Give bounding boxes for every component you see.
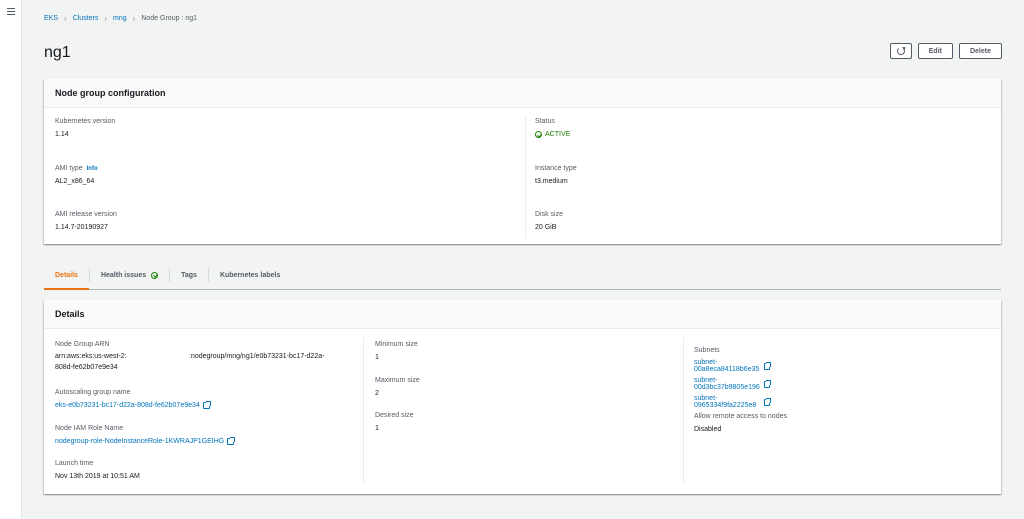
node-iam-role-field: Node IAM Role Name nodegroup-role-NodeIn… xyxy=(55,425,236,445)
node-group-arn-field: Node Group ARN arn:aws:eks:us-west-2: :n… xyxy=(55,341,355,373)
header-actions: Edit Delete xyxy=(889,43,1002,59)
column-divider xyxy=(683,337,684,483)
tab-health-issues[interactable]: Health issues xyxy=(90,261,169,289)
chevron-right-icon: › xyxy=(64,14,67,23)
instance-type-value: t3.medium xyxy=(535,178,568,185)
external-link-icon xyxy=(764,361,771,370)
minimum-size-field: Minimum size 1 xyxy=(375,341,418,361)
ami-release-value: 1.14.7-20190927 xyxy=(55,224,108,231)
external-link-icon xyxy=(227,437,236,445)
external-link-icon xyxy=(202,401,211,409)
refresh-button[interactable] xyxy=(889,43,912,59)
arn-value-part3: 808d-fe62b07e9e34 xyxy=(55,364,118,371)
delete-button[interactable]: Delete xyxy=(958,43,1002,59)
column-divider xyxy=(525,116,526,238)
breadcrumb-mng[interactable]: mng xyxy=(113,15,127,22)
kubernetes-version-field: Kubernetes version 1.14 xyxy=(55,118,116,138)
page-title: ng1 xyxy=(44,44,71,61)
subnet-link[interactable]: subnet-0965334f9fa2225e8 xyxy=(694,395,771,409)
column-divider xyxy=(363,337,364,483)
status-value: ACTIVE xyxy=(535,131,570,138)
status-field: Status ACTIVE xyxy=(535,118,571,138)
tab-kubernetes-labels[interactable]: Kubernetes labels xyxy=(209,261,291,289)
autoscaling-group-field: Autoscaling group name eks-e0b73231-bc17… xyxy=(55,389,211,409)
maximum-size-value: 2 xyxy=(375,390,379,397)
minimum-size-value: 1 xyxy=(375,354,379,361)
breadcrumb-current: Node Group : ng1 xyxy=(141,15,197,22)
node-iam-role-link[interactable]: nodegroup-role-NodeInstanceRole-1KWRAJP1… xyxy=(55,437,236,445)
subnet-link[interactable]: subnet-00d3bc37b9805e196 xyxy=(694,377,771,391)
check-circle-icon xyxy=(535,131,542,138)
ami-type-info-link[interactable]: Info xyxy=(87,166,98,172)
panel-title: Details xyxy=(44,300,1001,329)
breadcrumb: EKS › Clusters › mng › Node Group : ng1 xyxy=(44,14,197,23)
desired-size-value: 1 xyxy=(375,425,379,432)
side-navigation-rail xyxy=(0,0,22,519)
remote-access-value: Disabled xyxy=(694,426,722,433)
external-link-icon xyxy=(763,397,771,406)
breadcrumb-clusters[interactable]: Clusters xyxy=(73,15,99,22)
ami-type-value: AL2_x86_64 xyxy=(55,178,95,185)
disk-size-value: 20 GiB xyxy=(535,224,557,231)
panel-title: Node group configuration xyxy=(44,79,1001,108)
subnet-link[interactable]: subnet-00a8eca84118b6e35 xyxy=(694,359,771,373)
autoscaling-group-link[interactable]: eks-e0b73231-bc17-d22a-808d-fe62b07e9e34 xyxy=(55,401,211,409)
hamburger-menu-icon[interactable] xyxy=(7,8,15,15)
arn-value-part2: :nodegroup/mng/ng1/e0b73231-bc17-d22a- xyxy=(189,353,325,360)
instance-type-field: Instance type t3.medium xyxy=(535,165,577,185)
check-circle-icon xyxy=(151,271,159,279)
tab-bar: Details Health issues Tags Kubernetes la… xyxy=(44,261,1001,290)
chevron-right-icon: › xyxy=(132,14,136,23)
tab-details[interactable]: Details xyxy=(44,261,89,290)
external-link-icon xyxy=(764,379,771,388)
remote-access-field: Allow remote access to nodes Disabled xyxy=(694,413,787,433)
maximum-size-field: Maximum size 2 xyxy=(375,377,420,397)
node-group-configuration-panel: Node group configuration Kubernetes vers… xyxy=(44,79,1001,244)
edit-button[interactable]: Edit xyxy=(917,43,953,59)
details-panel: Details Node Group ARN arn:aws:eks:us-we… xyxy=(44,300,1001,494)
disk-size-field: Disk size 20 GiB xyxy=(535,211,564,231)
launch-time-value: Nov 13th 2019 at 10:51 AM xyxy=(55,473,140,480)
tab-tags[interactable]: Tags xyxy=(170,261,208,289)
launch-time-field: Launch time Nov 13th 2019 at 10:51 AM xyxy=(55,460,140,480)
arn-value-part1: arn:aws:eks:us-west-2: xyxy=(55,353,127,360)
subnets-field: Subnets subnet-00a8eca84118b6e35 subnet-… xyxy=(694,347,771,409)
breadcrumb-eks[interactable]: EKS xyxy=(44,15,58,22)
chevron-right-icon: › xyxy=(104,14,108,23)
ami-type-field: AMI type Info AL2_x86_64 xyxy=(55,165,98,185)
refresh-icon xyxy=(896,47,905,55)
desired-size-field: Desired size 1 xyxy=(375,412,414,432)
ami-release-field: AMI release version 1.14.7-20190927 xyxy=(55,211,117,231)
kubernetes-version-value: 1.14 xyxy=(55,131,69,138)
